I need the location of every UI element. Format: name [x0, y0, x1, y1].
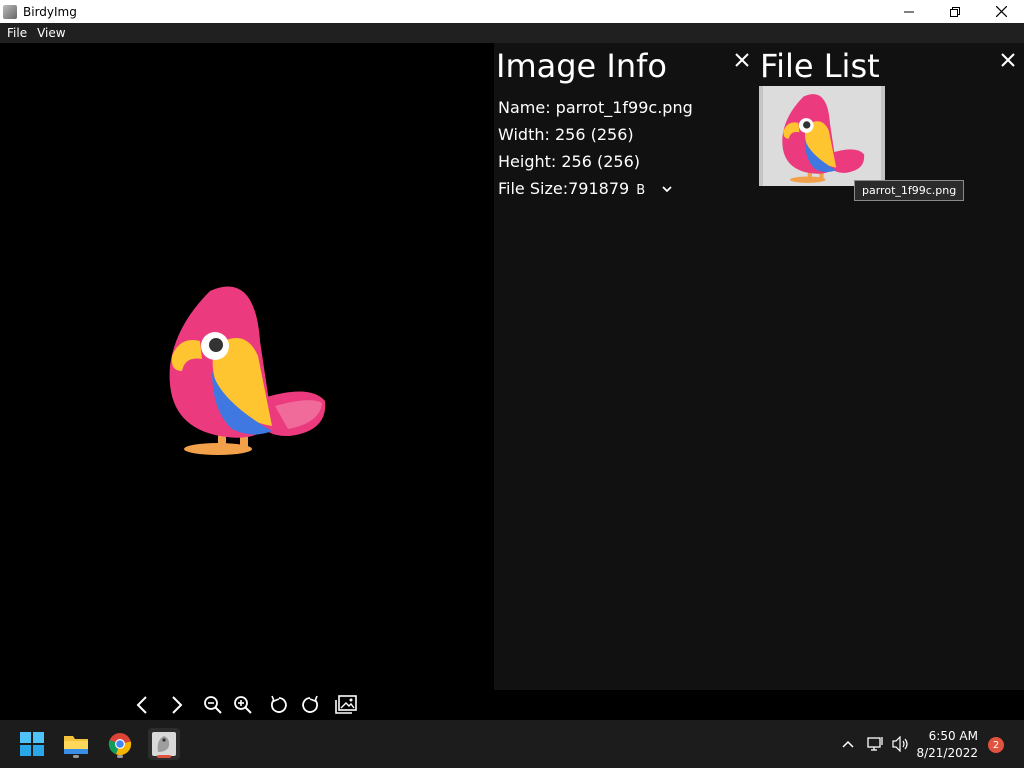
- taskbar: 6:50 AM 8/21/2022 2: [0, 720, 1024, 768]
- info-width: Width: 256 (256): [498, 125, 634, 144]
- info-name: Name: parrot_1f99c.png: [498, 98, 693, 117]
- zoom-out-button[interactable]: [200, 693, 226, 717]
- file-tooltip: parrot_1f99c.png: [854, 180, 965, 201]
- windows-logo-icon: [20, 732, 44, 756]
- close-icon: [735, 53, 749, 67]
- file-size-label: File Size:: [498, 179, 569, 198]
- rotate-left-icon: [271, 695, 287, 713]
- image-viewer[interactable]: [0, 43, 494, 690]
- file-size-value: 791879: [568, 179, 630, 198]
- taskbar-chrome[interactable]: [104, 728, 136, 760]
- close-file-list-button[interactable]: [994, 46, 1022, 74]
- chevron-up-icon: [842, 740, 854, 748]
- gallery-icon: [335, 695, 357, 714]
- taskbar-file-explorer[interactable]: [60, 728, 92, 760]
- start-button[interactable]: [16, 728, 48, 760]
- window-controls: [886, 0, 1024, 23]
- taskbar-clock[interactable]: 6:50 AM 8/21/2022: [916, 728, 978, 762]
- viewer-toolbar: [0, 690, 1024, 720]
- show-hidden-icons-button[interactable]: [838, 734, 858, 754]
- network-icon: [867, 737, 883, 751]
- previous-button[interactable]: [129, 693, 155, 717]
- file-list-title: File List: [760, 47, 880, 85]
- chevron-down-icon[interactable]: [662, 186, 672, 194]
- speaker-icon: [892, 736, 908, 752]
- chevron-left-icon: [136, 696, 147, 714]
- active-indicator: [157, 755, 171, 758]
- restore-icon: [950, 6, 960, 17]
- folder-icon: [64, 736, 88, 754]
- menu-view[interactable]: View: [32, 26, 70, 40]
- parrot-thumbnail-icon: [782, 94, 865, 183]
- zoom-out-icon: [204, 696, 222, 714]
- info-file-size: File Size:791879 B: [498, 179, 672, 198]
- title-bar: BirdyImg: [0, 0, 1024, 23]
- side-panels: Image Info Name: parrot_1f99c.png Width:…: [494, 43, 1024, 690]
- zoom-in-button[interactable]: [230, 693, 256, 717]
- close-icon: [995, 6, 1007, 17]
- clock-time: 6:50 AM: [928, 729, 978, 743]
- maximize-button[interactable]: [932, 0, 978, 23]
- birdyimg-app-icon: [152, 732, 176, 756]
- notification-badge[interactable]: 2: [988, 737, 1004, 753]
- menu-file[interactable]: File: [2, 26, 32, 40]
- image-info-title: Image Info: [496, 47, 667, 85]
- running-indicator: [73, 755, 79, 758]
- rotate-right-icon: [302, 695, 318, 713]
- app-icon: [3, 4, 17, 19]
- clock-date: 8/21/2022: [916, 746, 978, 760]
- file-thumbnail[interactable]: [759, 86, 885, 186]
- chevron-right-icon: [172, 696, 183, 714]
- file-size-unit[interactable]: B: [636, 183, 645, 198]
- close-info-panel-button[interactable]: [728, 46, 756, 74]
- rotate-right-button[interactable]: [297, 693, 323, 717]
- zoom-in-icon: [234, 696, 252, 714]
- minimize-button[interactable]: [886, 0, 932, 23]
- network-button[interactable]: [864, 734, 888, 754]
- info-height: Height: 256 (256): [498, 152, 641, 171]
- file-list-panel: File List parrot_1f99c.png: [759, 43, 1024, 690]
- chrome-icon: [108, 733, 132, 756]
- window-title: BirdyImg: [23, 4, 77, 19]
- menu-bar: File View: [0, 23, 1024, 43]
- running-indicator: [117, 755, 123, 758]
- gallery-button[interactable]: [333, 693, 359, 717]
- parrot-image: [169, 286, 326, 455]
- volume-button[interactable]: [889, 734, 913, 754]
- taskbar-birdyimg[interactable]: [148, 728, 180, 760]
- close-icon: [1001, 53, 1015, 67]
- close-window-button[interactable]: [978, 0, 1024, 23]
- next-button[interactable]: [164, 693, 190, 717]
- rotate-left-button[interactable]: [266, 693, 292, 717]
- minimize-icon: [904, 11, 914, 12]
- image-info-panel: Image Info Name: parrot_1f99c.png Width:…: [494, 43, 758, 690]
